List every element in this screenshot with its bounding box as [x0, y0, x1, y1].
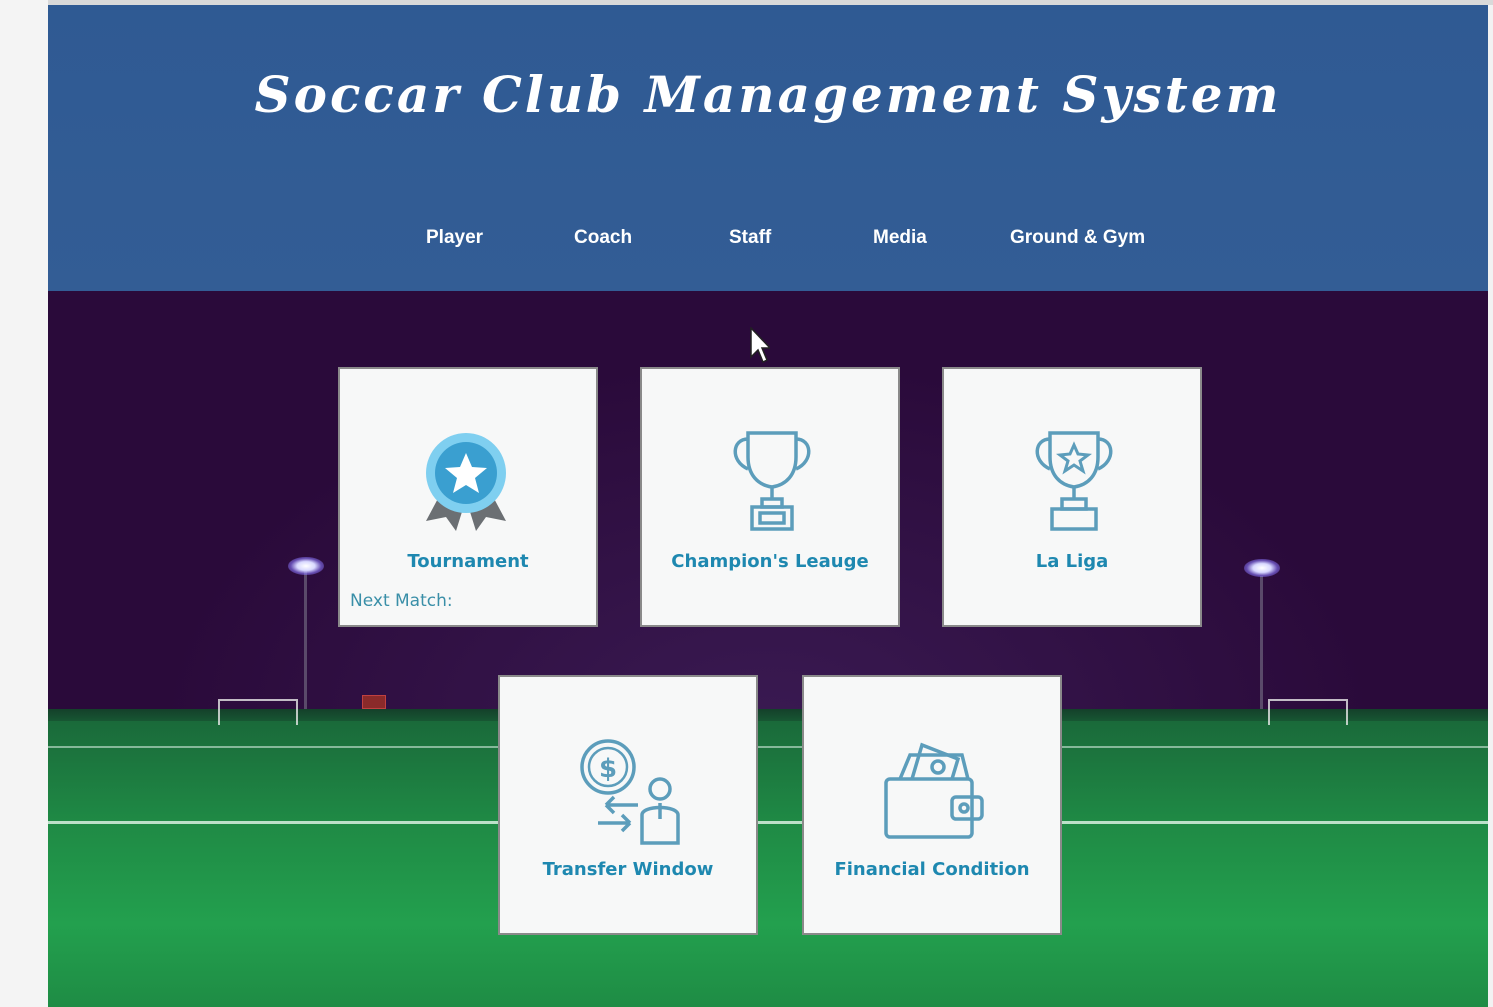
transfer-window-card[interactable]: $ Transfer Window: [498, 675, 758, 935]
desktop-background: [0, 0, 48, 1007]
tournament-label: Tournament: [407, 551, 529, 572]
nav-coach[interactable]: Coach: [574, 227, 632, 253]
transfer-icon: $: [580, 739, 680, 845]
scoreboard: [362, 695, 386, 709]
floodlight-right: [1244, 559, 1280, 577]
svg-text:$: $: [599, 754, 617, 784]
la-liga-label: La Liga: [1035, 551, 1109, 572]
nav-media[interactable]: Media: [873, 227, 927, 253]
financial-condition-card[interactable]: Financial Condition: [802, 675, 1062, 935]
floodlight-left: [288, 557, 324, 575]
trophy-icon: [733, 431, 811, 531]
field-line: [48, 821, 1488, 824]
goal-right: [1268, 699, 1348, 725]
header: Soccar Club Management System Player Coa…: [48, 5, 1488, 291]
goal-left: [218, 699, 298, 725]
nav-player[interactable]: Player: [426, 227, 483, 253]
app-title: Soccar Club Management System: [254, 65, 1282, 124]
champions-league-card[interactable]: Champion's Leauge: [640, 367, 900, 627]
nav-staff[interactable]: Staff: [729, 227, 771, 253]
main-content: Tournament Next Match: Champion's Leauge: [48, 291, 1488, 1007]
la-liga-card[interactable]: La Liga: [942, 367, 1202, 627]
floodlight-pole-left: [304, 571, 307, 711]
tournament-card[interactable]: Tournament Next Match:: [338, 367, 598, 627]
transfer-window-label: Transfer Window: [542, 859, 714, 880]
soccer-field: [48, 721, 1488, 1007]
wallet-icon: [884, 742, 984, 839]
star-trophy-icon: [1035, 431, 1113, 531]
nav-ground-gym[interactable]: Ground & Gym: [1010, 227, 1145, 253]
field-line-far: [48, 746, 1488, 748]
next-match-label: Next Match:: [350, 591, 453, 611]
financial-condition-label: Financial Condition: [834, 859, 1030, 880]
champions-league-label: Champion's Leauge: [671, 551, 869, 572]
award-ribbon-icon: [426, 433, 506, 531]
floodlight-pole-right: [1260, 576, 1263, 711]
mouse-cursor-icon: [750, 327, 770, 364]
app-window: Soccar Club Management System Player Coa…: [48, 5, 1488, 1007]
